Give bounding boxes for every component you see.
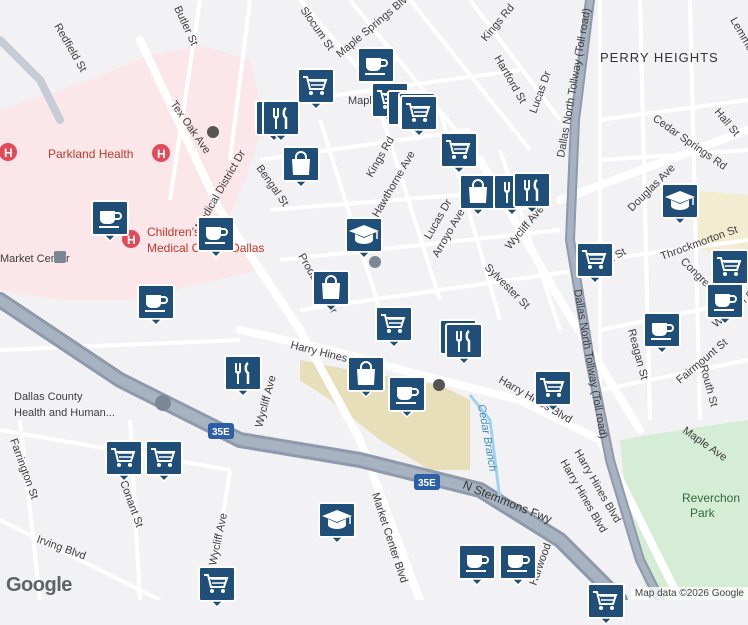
map-marker-coffee[interactable]	[137, 284, 175, 326]
map-marker-coffee[interactable]	[499, 544, 537, 586]
highway-shield-35e: 35E	[414, 474, 440, 490]
area-label-perry-heights: PERRY HEIGHTS	[600, 50, 719, 65]
shopping-cart-icon	[375, 306, 413, 348]
map-marker-shopping[interactable]	[282, 146, 320, 188]
map-marker-grocery[interactable]	[198, 566, 236, 608]
map-marker-coffee[interactable]	[706, 283, 744, 325]
map-marker-grocery[interactable]	[105, 440, 143, 482]
map-attribution[interactable]: Map data ©2026 Google	[630, 587, 748, 600]
svg-text:35E: 35E	[418, 478, 436, 489]
map-marker-coffee[interactable]	[643, 312, 681, 354]
shopping-cart-icon	[145, 440, 183, 482]
map-marker-school[interactable]	[345, 217, 383, 259]
shopping-bag-icon	[282, 146, 320, 188]
coffee-cup-icon	[91, 200, 129, 242]
map-marker-restaurant[interactable]	[224, 355, 262, 397]
poi-label-dallas-county: Dallas County	[14, 391, 83, 403]
graduation-cap-icon	[661, 183, 699, 225]
graduation-cap-icon	[345, 217, 383, 259]
shopping-cart-icon	[400, 95, 438, 137]
shopping-bag-icon	[347, 356, 385, 398]
fork-knife-icon	[224, 355, 262, 397]
coffee-cup-icon	[197, 216, 235, 258]
map-marker-restaurant[interactable]	[262, 100, 300, 142]
shopping-cart-icon	[105, 440, 143, 482]
map-marker-school[interactable]	[318, 502, 356, 544]
map-marker-grocery[interactable]	[587, 583, 625, 625]
map-marker-grocery[interactable]	[375, 306, 413, 348]
map-marker-grocery[interactable]	[145, 440, 183, 482]
svg-text:35E: 35E	[212, 427, 230, 438]
graduation-cap-icon	[318, 502, 356, 544]
government-building-icon	[155, 395, 171, 411]
shopping-bag-icon	[312, 270, 350, 312]
hospital-icon-glyph: H	[4, 146, 13, 160]
fork-knife-icon	[513, 172, 551, 214]
map-marker-shopping[interactable]	[312, 270, 350, 312]
shopping-cart-icon	[587, 583, 625, 625]
shopping-cart-icon	[576, 242, 614, 284]
hospital-icon-glyph: H	[157, 147, 166, 161]
map-marker-grocery[interactable]	[440, 132, 478, 174]
shopping-cart-icon	[440, 132, 478, 174]
coffee-cup-icon	[388, 376, 426, 418]
map-marker-grocery[interactable]	[297, 68, 335, 110]
fork-knife-icon	[262, 100, 300, 142]
map-marker-school[interactable]	[661, 183, 699, 225]
coffee-cup-icon	[499, 544, 537, 586]
coffee-cup-icon	[643, 312, 681, 354]
map-marker-grocery[interactable]	[534, 370, 572, 412]
poi-label-childrens: Children's	[147, 225, 200, 239]
map-marker-shopping[interactable]	[459, 174, 497, 216]
map-marker-restaurant[interactable]	[445, 323, 483, 365]
map-marker-shopping[interactable]	[347, 356, 385, 398]
shopping-cart-icon	[534, 370, 572, 412]
coffee-cup-icon	[458, 544, 496, 586]
shopping-cart-icon	[198, 566, 236, 608]
poi-label-health-human: Health and Human...	[14, 407, 115, 419]
coffee-cup-icon	[137, 284, 175, 326]
google-logo: Google	[6, 574, 72, 596]
map-marker-coffee[interactable]	[91, 200, 129, 242]
transit-station-icon	[54, 251, 66, 263]
transit-stop-icon	[433, 379, 445, 391]
highway-shield-35e: 35E	[208, 423, 234, 439]
park-label-park: Park	[690, 506, 716, 520]
map-marker-grocery[interactable]	[576, 242, 614, 284]
poi-label-parkland: Parkland Health	[48, 147, 133, 161]
map-marker-coffee[interactable]	[458, 544, 496, 586]
map-marker-coffee[interactable]	[197, 216, 235, 258]
fork-knife-icon	[445, 323, 483, 365]
map-marker-restaurant[interactable]	[513, 172, 551, 214]
shopping-bag-icon	[459, 174, 497, 216]
coffee-cup-icon	[706, 283, 744, 325]
transit-stop-icon	[207, 126, 219, 138]
park-label-reverchon: Reverchon	[682, 491, 740, 505]
map-marker-grocery[interactable]	[400, 95, 438, 137]
map-marker-coffee[interactable]	[388, 376, 426, 418]
shopping-cart-icon	[297, 68, 335, 110]
